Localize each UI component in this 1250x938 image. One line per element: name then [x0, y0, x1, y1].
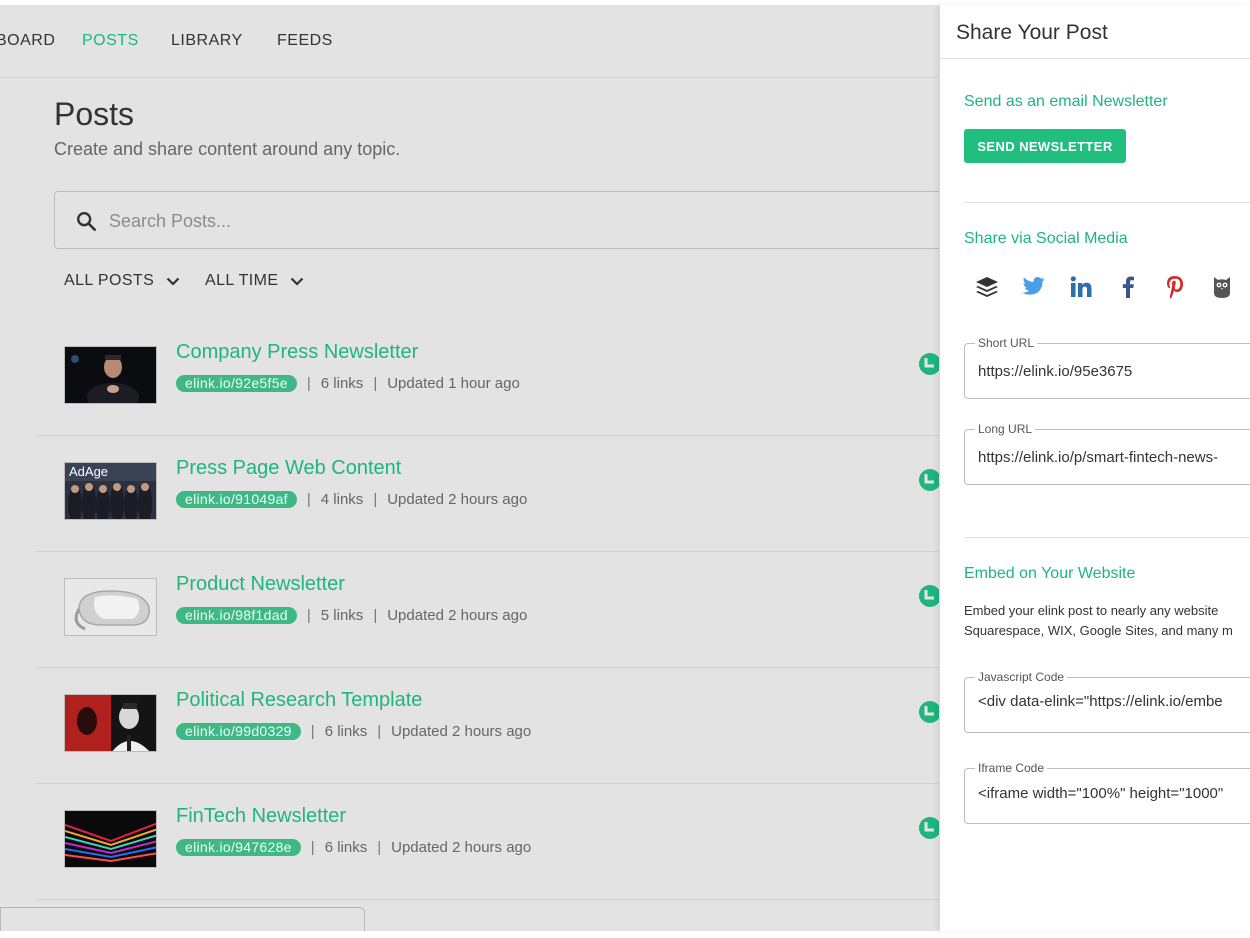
- meta-separator: |: [373, 491, 378, 508]
- post-row[interactable]: Political Research Template elink.io/99d…: [36, 668, 941, 784]
- search-input[interactable]: [109, 206, 909, 236]
- post-title[interactable]: FinTech Newsletter: [176, 805, 346, 828]
- post-meta: elink.io/91049af | 4 links | Updated 2 h…: [176, 491, 527, 508]
- social-heading: Share via Social Media: [964, 230, 1128, 247]
- short-url-label: Short URL: [975, 336, 1038, 350]
- javascript-code-value[interactable]: <div data-elink="https://elink.io/embe: [978, 693, 1223, 710]
- post-title[interactable]: Political Research Template: [176, 689, 422, 712]
- embed-description-line: Squarespace, WIX, Google Sites, and many…: [964, 623, 1233, 638]
- post-updated: Updated 1 hour ago: [387, 375, 520, 392]
- post-meta: elink.io/947628e | 6 links | Updated 2 h…: [176, 839, 531, 856]
- chevron-down-icon: [166, 277, 180, 286]
- meta-separator: |: [377, 839, 382, 856]
- meta-separator: |: [373, 607, 378, 624]
- nav-item-library[interactable]: LIBRARY: [171, 32, 243, 50]
- short-url-field[interactable]: Short URL https://elink.io/95e3675: [964, 336, 1250, 399]
- share-panel-header: Share Your Post: [940, 5, 1250, 59]
- meta-separator: |: [306, 491, 311, 508]
- post-row[interactable]: Product Newsletter elink.io/98f1dad | 5 …: [36, 552, 941, 668]
- post-title[interactable]: Company Press Newsletter: [176, 341, 418, 364]
- nav-item-feeds[interactable]: FEEDS: [277, 32, 333, 50]
- post-title[interactable]: Press Page Web Content: [176, 457, 401, 480]
- nav-item-dashboard[interactable]: BOARD: [0, 32, 55, 50]
- thumb-adage-text: AdAge: [69, 464, 108, 479]
- meta-separator: |: [306, 375, 311, 392]
- divider: [964, 202, 1250, 203]
- long-url-label: Long URL: [975, 422, 1036, 436]
- post-updated: Updated 2 hours ago: [391, 723, 532, 740]
- post-link-count: 6 links: [324, 839, 368, 856]
- chevron-down-icon: [291, 277, 304, 286]
- post-link-count: 5 links: [320, 607, 364, 624]
- divider: [964, 537, 1250, 538]
- meta-separator: |: [306, 607, 311, 624]
- filter-all-posts-label: ALL POSTS: [64, 272, 155, 289]
- embed-description-line: Embed your elink post to nearly any webs…: [964, 603, 1219, 618]
- newsletter-heading: Send as an email Newsletter: [964, 93, 1168, 110]
- hootsuite-icon[interactable]: [1208, 273, 1236, 301]
- meta-separator: |: [310, 723, 315, 740]
- post-thumbnail: AdAge: [64, 462, 157, 520]
- twitter-icon[interactable]: [1020, 273, 1048, 301]
- iframe-code-field[interactable]: Iframe Code <iframe width="100%" height=…: [964, 761, 1250, 824]
- post-meta: elink.io/99d0329 | 6 links | Updated 2 h…: [176, 723, 531, 740]
- share-panel-title: Share Your Post: [956, 21, 1108, 44]
- filter-all-posts[interactable]: ALL POSTS: [64, 272, 180, 290]
- page-title: Posts: [54, 96, 135, 132]
- post-link-count: 6 links: [320, 375, 364, 392]
- post-thumbnail: [64, 346, 157, 404]
- linkedin-icon[interactable]: [1067, 273, 1095, 301]
- post-row[interactable]: Company Press Newsletter elink.io/92e5f5…: [36, 320, 941, 436]
- javascript-code-label: Javascript Code: [975, 670, 1068, 684]
- post-thumbnail: [64, 810, 157, 868]
- meta-separator: |: [310, 839, 315, 856]
- embed-description: Embed your elink post to nearly any webs…: [964, 601, 1250, 641]
- send-newsletter-button[interactable]: SEND NEWSLETTER: [964, 129, 1126, 163]
- pinterest-icon[interactable]: [1161, 273, 1189, 301]
- search-box[interactable]: [54, 191, 954, 249]
- page-subtitle: Create and share content around any topi…: [54, 139, 401, 159]
- facebook-icon[interactable]: [1114, 273, 1142, 301]
- post-updated: Updated 2 hours ago: [387, 491, 528, 508]
- post-link-badge[interactable]: elink.io/92e5f5e: [176, 375, 297, 392]
- search-icon: [77, 212, 96, 231]
- share-panel: Share Your Post Send as an email Newslet…: [939, 5, 1250, 931]
- embed-heading: Embed on Your Website: [964, 565, 1136, 582]
- iframe-code-label: Iframe Code: [975, 761, 1048, 775]
- short-url-value[interactable]: https://elink.io/95e3675: [978, 363, 1132, 380]
- post-updated: Updated 2 hours ago: [391, 839, 532, 856]
- iframe-code-value[interactable]: <iframe width="100%" height="1000": [978, 785, 1223, 802]
- buffer-icon[interactable]: [973, 273, 1001, 301]
- meta-separator: |: [373, 375, 378, 392]
- bottom-toolbar[interactable]: [0, 907, 365, 931]
- meta-separator: |: [377, 723, 382, 740]
- post-link-badge[interactable]: elink.io/91049af: [176, 491, 297, 508]
- long-url-value[interactable]: https://elink.io/p/smart-fintech-news-: [978, 449, 1218, 466]
- nav-item-posts[interactable]: POSTS: [82, 32, 139, 50]
- post-link-count: 6 links: [324, 723, 368, 740]
- long-url-field[interactable]: Long URL https://elink.io/p/smart-fintec…: [964, 422, 1250, 485]
- post-link-count: 4 links: [320, 491, 364, 508]
- post-row[interactable]: AdAge Press Page Web Content elink.io/91…: [36, 436, 941, 552]
- post-meta: elink.io/92e5f5e | 6 links | Updated 1 h…: [176, 375, 520, 392]
- post-thumbnail: [64, 578, 157, 636]
- post-row[interactable]: FinTech Newsletter elink.io/947628e | 6 …: [36, 784, 941, 900]
- top-nav: BOARD POSTS LIBRARY FEEDS: [0, 5, 940, 78]
- post-link-badge[interactable]: elink.io/99d0329: [176, 723, 301, 740]
- post-updated: Updated 2 hours ago: [387, 607, 528, 624]
- post-link-badge[interactable]: elink.io/947628e: [176, 839, 301, 856]
- post-title[interactable]: Product Newsletter: [176, 573, 345, 596]
- post-meta: elink.io/98f1dad | 5 links | Updated 2 h…: [176, 607, 527, 624]
- filter-all-time-label: ALL TIME: [205, 272, 279, 289]
- post-link-badge[interactable]: elink.io/98f1dad: [176, 607, 297, 624]
- filter-all-time[interactable]: ALL TIME: [205, 272, 304, 290]
- post-thumbnail: [64, 694, 157, 752]
- javascript-code-field[interactable]: Javascript Code <div data-elink="https:/…: [964, 670, 1250, 733]
